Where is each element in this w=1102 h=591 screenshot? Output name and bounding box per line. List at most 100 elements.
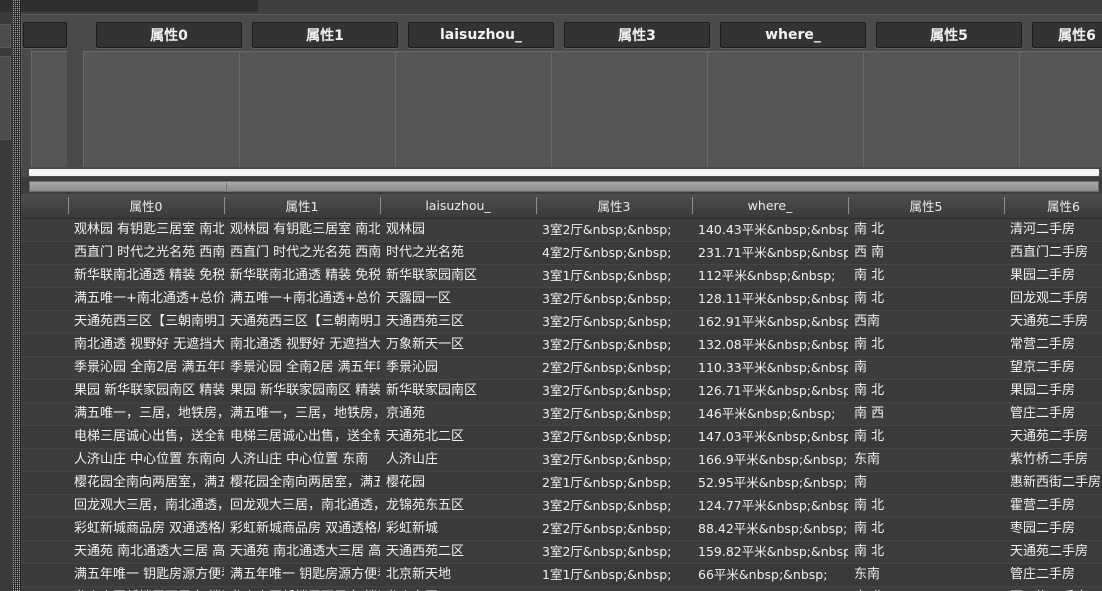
table-row[interactable]: 果园 新华联家园南区 精装修果园 新华联家园南区 精装新华联家园南区3室2厅&n… — [21, 380, 1102, 403]
cell-laisuzhou: 天露园一区 — [380, 288, 536, 310]
vertical-drag-handle[interactable] — [13, 0, 21, 591]
table-row[interactable]: 电梯三居诚心出售，送全新家具电梯三居诚心出售，送全新天通苑北二区3室2厅&nbs… — [21, 426, 1102, 449]
cell-attr3: 2室2厅&nbsp;&nbsp; — [536, 357, 692, 379]
upper-column-body-5[interactable] — [707, 51, 865, 167]
cell-attr3: 3室2厅&nbsp;&nbsp; — [536, 449, 692, 471]
cell-attr3: 2室1厅&nbsp;&nbsp; — [536, 587, 692, 591]
table-row[interactable]: 西直门 时代之光名苑 西南向 四居室西直门 时代之光名苑 西南时代之光名苑4室2… — [21, 242, 1102, 265]
cell-attr1: 观林园 有钥匙三居室 南北通透 — [224, 219, 380, 241]
table-row[interactable]: 观林园 有钥匙三居室 南北通透 满五年唯一观林园 有钥匙三居室 南北通透观林园3… — [21, 219, 1102, 242]
cell-attr0: 樱花园全南向两居室，满五唯一 — [68, 472, 224, 494]
table-row[interactable]: 新华联南北通透 精装 免税 满五年新华联南北通透 精装 免税新华联家园南区3室1… — [21, 265, 1102, 288]
upper-column-body-6[interactable] — [863, 51, 1021, 167]
upper-column-header-4[interactable]: 属性3 — [564, 22, 710, 48]
grid-header-cell-3[interactable]: laisuzhou_ — [380, 194, 536, 217]
table-row[interactable]: 满五年唯一 钥匙房源方便看房满五年唯一 钥匙房源方便看北京新天地1室1厅&nbs… — [21, 564, 1102, 587]
upper-column-body-7[interactable] — [1019, 51, 1102, 167]
left-gutter-stub-upper[interactable] — [0, 24, 11, 48]
data-grid[interactable]: 属性0属性1laisuzhou_属性3where_属性5属性6 观林园 有钥匙三… — [21, 194, 1102, 591]
app-window: 属性0属性1laisuzhou_属性3where_属性5属性6 属性0属性1la… — [0, 0, 1102, 591]
cell-attr1: 果园 新华联家园南区 精装 — [224, 380, 380, 402]
scrollbar-grip-gray[interactable] — [226, 183, 227, 192]
table-row[interactable]: 人济山庄 中心位置 东南向人济山庄 中心位置 东南人济山庄3室2厅&nbsp;&… — [21, 449, 1102, 472]
cell-attr0: 西直门 时代之光名苑 西南向 四居室 — [68, 242, 224, 264]
upper-column-header-3[interactable]: laisuzhou_ — [408, 22, 554, 48]
grid-header-cell-6[interactable]: 属性5 — [848, 194, 1004, 217]
grid-header-cell-2[interactable]: 属性1 — [224, 194, 380, 217]
upper-column-header-2[interactable]: 属性1 — [252, 22, 398, 48]
grid-header-separator-1[interactable] — [68, 197, 69, 214]
cell-attr5: 南 西 — [848, 403, 1004, 425]
table-row[interactable]: 龙乡小区低楼层两居室 楼层好龙乡小区低楼层两居室 楼层龙乡东区2室1厅&nbsp… — [21, 587, 1102, 591]
cell-attr1: 满五唯一+南北通透+总价 — [224, 288, 380, 310]
table-row[interactable]: 南北通透 视野好 无遮挡大三居南北通透 视野好 无遮挡大万象新天一区3室2厅&n… — [21, 334, 1102, 357]
cell-attr6: 望京二手房 — [1004, 357, 1102, 379]
cell-attr5: 东南 — [848, 564, 1004, 586]
upper-column-body-0[interactable] — [31, 51, 67, 167]
grid-header-cell-4[interactable]: 属性3 — [536, 194, 692, 217]
cell-where: 162.91平米&nbsp;&nbsp; — [692, 311, 848, 333]
cell-where: 146平米&nbsp;&nbsp; — [692, 403, 848, 425]
cell-attr0: 电梯三居诚心出售，送全新家具 — [68, 426, 224, 448]
grid-header-cell-5[interactable]: where_ — [692, 194, 848, 217]
cell-attr5: 南 — [848, 472, 1004, 494]
table-row[interactable]: 天通苑西三区【三朝南明卫 精装修天通苑西三区【三朝南明卫天通西苑三区3室2厅&n… — [21, 311, 1102, 334]
grid-header-separator-5[interactable] — [692, 197, 693, 214]
table-row[interactable]: 樱花园全南向两居室，满五唯一樱花园全南向两居室，满五樱花园2室1厅&nbsp;&… — [21, 472, 1102, 495]
grid-header-separator-4[interactable] — [536, 197, 537, 214]
cell-attr3: 3室2厅&nbsp;&nbsp; — [536, 426, 692, 448]
cell-laisuzhou: 新华联家园南区 — [380, 265, 536, 287]
cell-attr0: 新华联南北通透 精装 免税 满五年 — [68, 265, 224, 287]
table-row[interactable]: 季景沁园 全南2居 满五年唯一季景沁园 全南2居 满五年唯季景沁园2室2厅&nb… — [21, 357, 1102, 380]
cell-attr6: 天通苑二手房 — [1004, 311, 1102, 333]
cell-laisuzhou: 樱花园 — [380, 472, 536, 494]
horizontal-scrollbar-white[interactable] — [21, 168, 1102, 177]
cell-attr1: 回龙观大三居，南北通透， — [224, 495, 380, 517]
upper-column-header-1[interactable]: 属性0 — [96, 22, 242, 48]
cell-where: 110.33平米&nbsp;&nbsp; — [692, 357, 848, 379]
cell-attr1: 人济山庄 中心位置 东南 — [224, 449, 380, 471]
cell-attr5: 南 北 — [848, 219, 1004, 241]
table-row[interactable]: 回龙观大三居，南北通透，回龙观大三居，南北通透，龙锦苑东五区3室2厅&nbsp;… — [21, 495, 1102, 518]
table-row[interactable]: 彩虹新城商品房 双通透格局 满五彩虹新城商品房 双通透格局彩虹新城2室2厅&nb… — [21, 518, 1102, 541]
cell-where: 112平米&nbsp;&nbsp; — [692, 265, 848, 287]
data-grid-header[interactable]: 属性0属性1laisuzhou_属性3where_属性5属性6 — [21, 194, 1102, 219]
cell-laisuzhou: 彩虹新城 — [380, 518, 536, 540]
upper-column-body-2[interactable] — [239, 51, 397, 167]
upper-column-body-3[interactable] — [395, 51, 553, 167]
cell-attr5: 南 北 — [848, 541, 1004, 563]
cell-attr5: 西南 — [848, 311, 1004, 333]
left-gutter-stub-lower[interactable] — [0, 56, 11, 140]
table-row[interactable]: 满五唯一，三居，地铁房，满五唯一，三居，地铁房，京通苑3室2厅&nbsp;&nb… — [21, 403, 1102, 426]
cell-attr1: 新华联南北通透 精装 免税 — [224, 265, 380, 287]
grid-header-separator-7[interactable] — [1004, 197, 1005, 214]
upper-column-slot-4: 属性3 — [549, 22, 725, 170]
upper-column-header-5[interactable]: where_ — [720, 22, 866, 48]
cell-attr0: 满五唯一+南北通透+总价低 — [68, 288, 224, 310]
cell-where: 132.08平米&nbsp;&nbsp; — [692, 334, 848, 356]
grid-header-cell-1[interactable]: 属性0 — [68, 194, 224, 217]
grid-header-cell-7[interactable]: 属性6 — [1004, 194, 1102, 217]
cell-attr0: 天通苑 南北通透大三居 高层 — [68, 541, 224, 563]
table-row[interactable]: 满五唯一+南北通透+总价低满五唯一+南北通透+总价天露园一区3室2厅&nbsp;… — [21, 288, 1102, 311]
upper-column-header-7[interactable]: 属性6 — [1032, 22, 1102, 48]
grid-header-cell-0[interactable] — [21, 194, 68, 217]
data-grid-body[interactable]: 观林园 有钥匙三居室 南北通透 满五年唯一观林园 有钥匙三居室 南北通透观林园3… — [21, 219, 1102, 591]
table-row[interactable]: 天通苑 南北通透大三居 高层天通苑 南北通透大三居 高天通西苑二区3室2厅&nb… — [21, 541, 1102, 564]
grid-header-separator-3[interactable] — [380, 197, 381, 214]
cell-attr3: 3室2厅&nbsp;&nbsp; — [536, 288, 692, 310]
upper-column-body-4[interactable] — [551, 51, 709, 167]
cell-laisuzhou: 龙乡东区 — [380, 587, 536, 591]
upper-column-header-6[interactable]: 属性5 — [876, 22, 1022, 48]
grid-header-separator-6[interactable] — [848, 197, 849, 214]
upper-column-header-0[interactable] — [23, 22, 67, 48]
upper-column-body-1[interactable] — [83, 51, 241, 167]
horizontal-scrollbar-gray[interactable] — [21, 181, 1102, 192]
scrollbar-track-gray[interactable] — [29, 181, 1099, 192]
upper-column-slot-7: 属性6 — [1017, 22, 1102, 170]
cell-attr1: 龙乡小区低楼层两居室 楼层 — [224, 587, 380, 591]
cell-attr3: 3室2厅&nbsp;&nbsp; — [536, 219, 692, 241]
grid-header-separator-2[interactable] — [224, 197, 225, 214]
scrollbar-thumb-white[interactable] — [29, 169, 1099, 176]
cell-attr6: 枣园二手房 — [1004, 518, 1102, 540]
